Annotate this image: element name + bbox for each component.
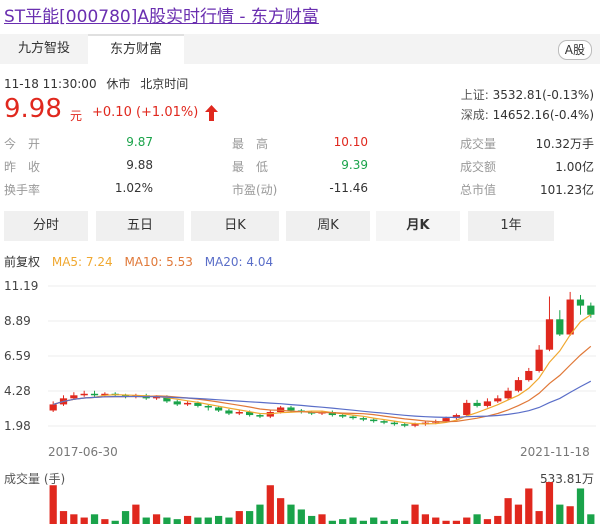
- volume-bar: [566, 506, 574, 524]
- volume-bar: [494, 515, 502, 524]
- candle: [339, 415, 347, 417]
- volume-bar: [390, 519, 398, 524]
- candle: [535, 349, 543, 371]
- volume-bar: [266, 485, 274, 524]
- candle: [483, 401, 492, 406]
- volume-bar: [318, 514, 326, 524]
- volume-bar: [194, 517, 202, 524]
- candle: [494, 398, 502, 402]
- candle: [173, 401, 181, 405]
- volume-bar: [183, 515, 192, 524]
- volume-bar: [380, 520, 388, 524]
- candle: [566, 299, 574, 335]
- candle: [370, 419, 378, 422]
- volume-bar: [142, 517, 150, 524]
- volume-bar: [525, 488, 533, 524]
- volume-bar: [463, 517, 471, 524]
- candle: [514, 380, 523, 391]
- volume-bar: [556, 504, 564, 524]
- volume-bar: [70, 514, 78, 524]
- volume-bar: [359, 520, 367, 524]
- volume-bar: [297, 509, 305, 524]
- volume-bar: [576, 488, 585, 524]
- volume-bar: [111, 520, 119, 524]
- volume-bar: [514, 504, 523, 524]
- volume-bar: [90, 514, 99, 524]
- volume-bar: [545, 482, 554, 524]
- candle: [349, 416, 357, 419]
- volume-bar: [204, 517, 212, 524]
- volume-bar: [277, 498, 285, 524]
- volume-bar: [59, 511, 68, 524]
- candle: [545, 319, 554, 350]
- kline-chart[interactable]: [0, 0, 600, 527]
- volume-bar: [452, 520, 461, 524]
- volume-bar: [152, 514, 161, 524]
- volume-bar: [587, 514, 595, 524]
- candle: [49, 404, 57, 411]
- candle: [256, 415, 264, 417]
- volume-bar: [483, 519, 492, 524]
- volume-bar: [442, 520, 450, 524]
- candle: [504, 390, 512, 399]
- ma10-line: [53, 345, 592, 423]
- volume-bar: [370, 517, 378, 524]
- volume-bar: [173, 519, 181, 524]
- candle: [556, 319, 564, 335]
- candle: [411, 424, 419, 426]
- candle: [359, 418, 367, 420]
- volume-bar: [235, 511, 243, 524]
- volume-bar: [132, 504, 140, 524]
- volume-bar: [328, 520, 336, 524]
- volume-bar: [49, 485, 57, 524]
- volume-bar: [308, 515, 316, 524]
- volume-bar: [349, 517, 357, 524]
- candle: [390, 422, 398, 425]
- candle: [225, 410, 233, 414]
- volume-bar: [214, 515, 223, 524]
- volume-bar: [535, 511, 543, 524]
- candle: [473, 402, 481, 406]
- candle: [576, 299, 585, 306]
- volume-bar: [504, 498, 512, 524]
- volume-bar: [101, 519, 109, 524]
- volume-bar: [287, 504, 295, 524]
- candle: [442, 418, 450, 422]
- volume-bar: [421, 514, 430, 524]
- candle: [380, 421, 388, 423]
- volume-bar: [473, 514, 481, 524]
- candle: [70, 395, 78, 399]
- candle: [183, 402, 192, 405]
- candle: [401, 424, 409, 426]
- volume-bar: [225, 517, 233, 524]
- volume-bar: [163, 517, 171, 524]
- candle: [525, 370, 533, 381]
- candle: [90, 393, 99, 396]
- volume-bar: [121, 511, 130, 524]
- volume-bar: [401, 520, 409, 524]
- volume-bar: [246, 511, 254, 524]
- volume-bar: [256, 504, 264, 524]
- candle: [80, 393, 88, 396]
- volume-bar: [339, 519, 347, 524]
- candle: [463, 402, 471, 416]
- candle: [287, 407, 295, 411]
- volume-bar: [80, 517, 88, 524]
- volume-bar: [411, 504, 419, 524]
- volume-bar: [432, 517, 440, 524]
- candle: [204, 405, 212, 408]
- candle: [587, 305, 595, 315]
- candle: [235, 412, 243, 414]
- candle: [214, 407, 223, 411]
